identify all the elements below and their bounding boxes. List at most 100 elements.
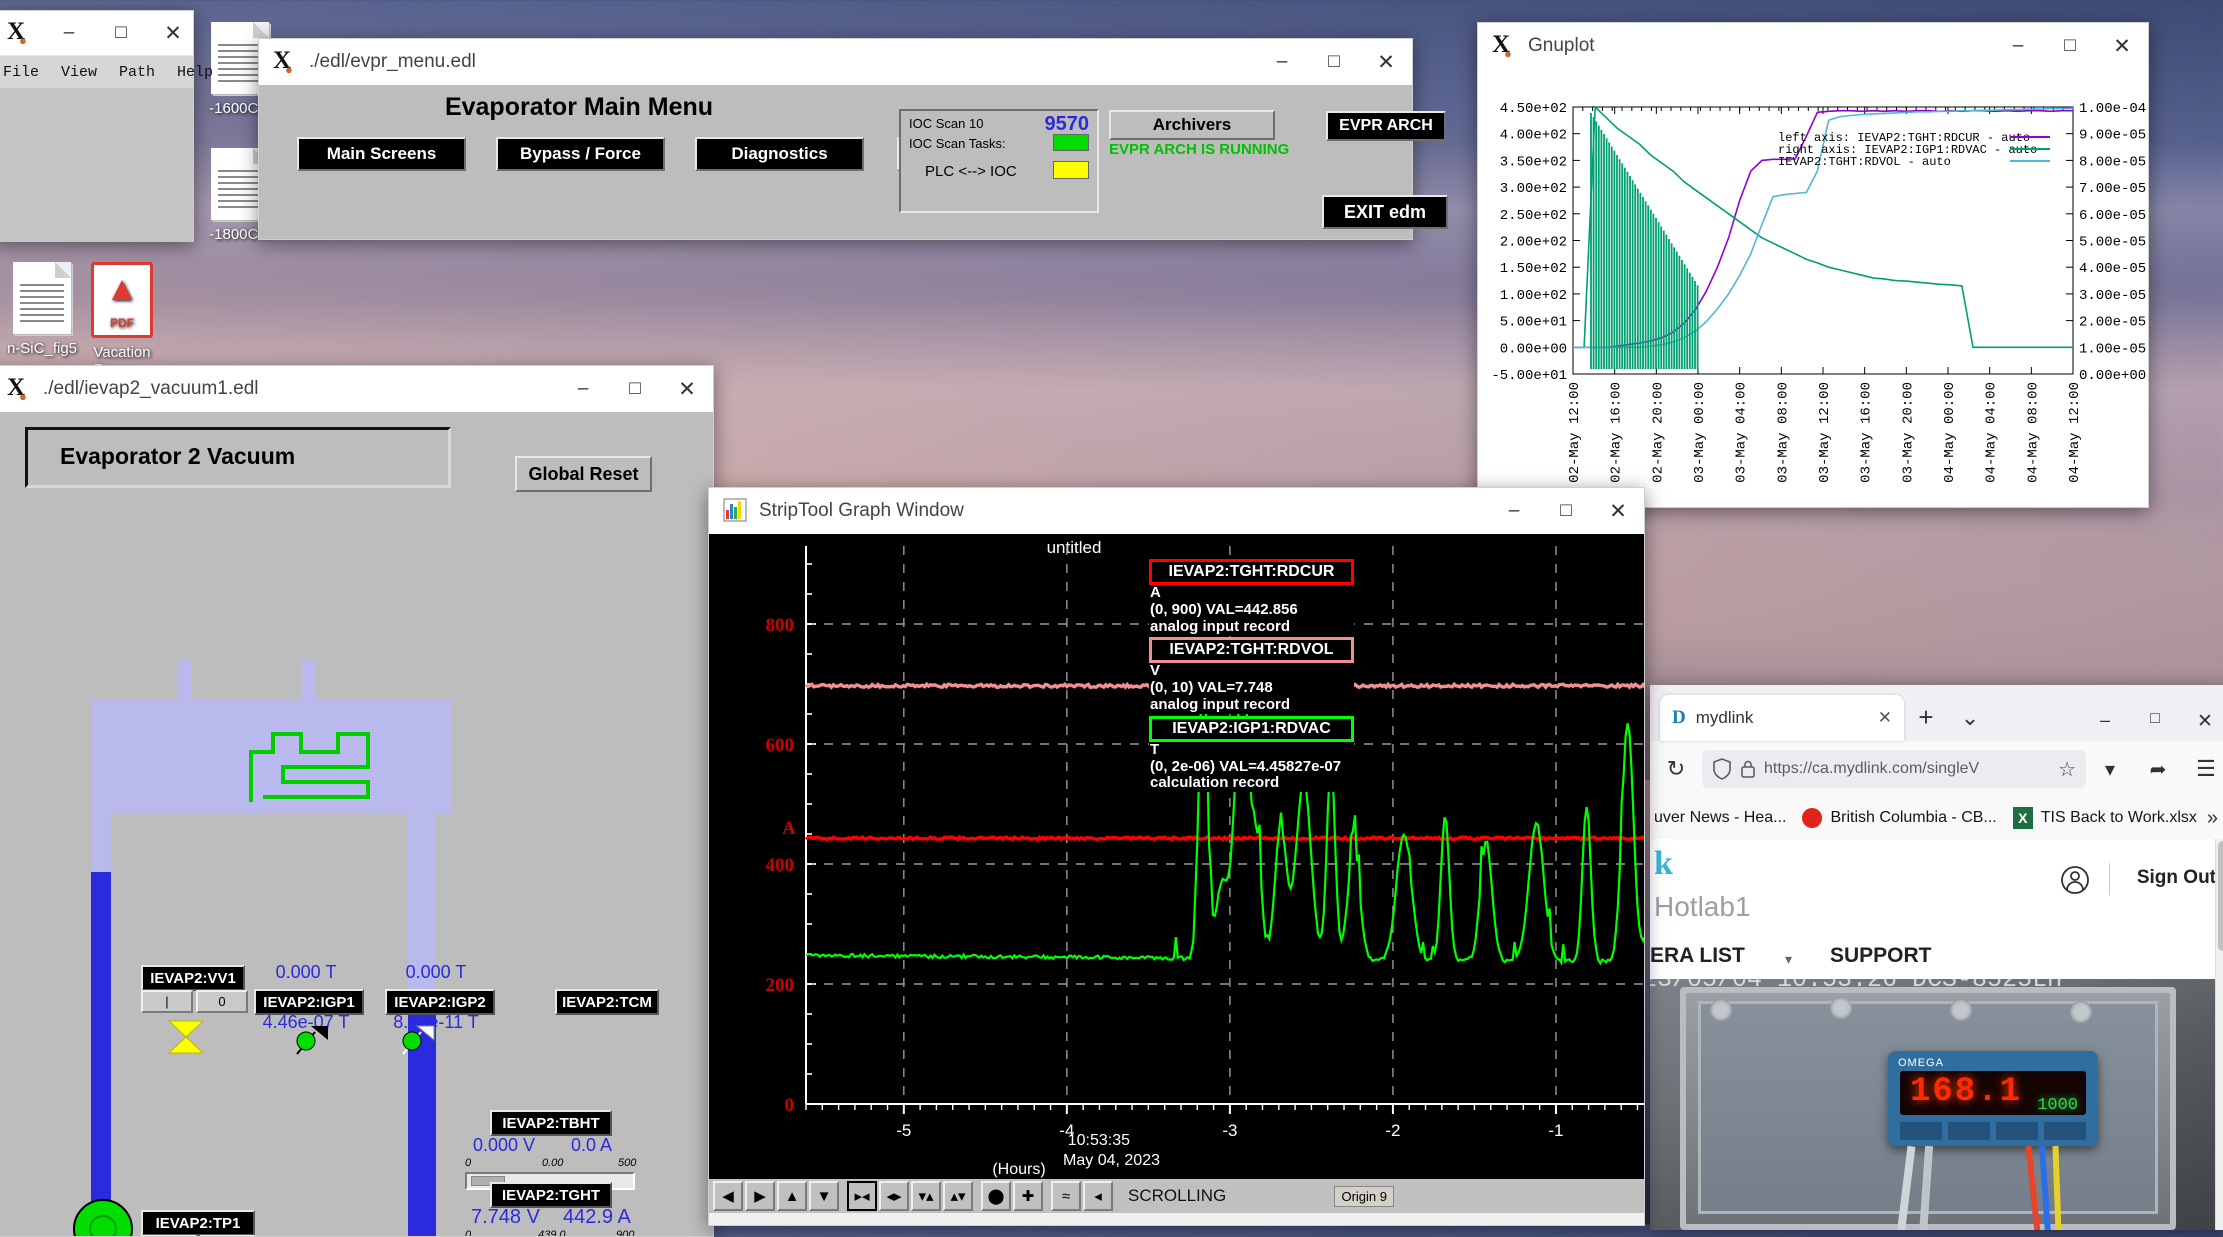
titlebar[interactable]: X ● ./edl/ievap2_vacuum1.edl – □ ✕ [0, 366, 713, 413]
maximize-icon[interactable]: □ [2044, 23, 2096, 69]
pen-legend[interactable]: IEVAP2:TGHT:RDCUR A (0, 900) VAL=442.856… [1149, 559, 1354, 793]
archivers-button[interactable]: Archivers [1109, 110, 1275, 140]
step-left-icon[interactable]: ◂ [1083, 1181, 1113, 1211]
vv1-toggle[interactable]: | 0 [141, 990, 248, 1013]
bookmark-item-news[interactable]: uver News - Hea... [1654, 809, 1786, 827]
mydlink-favicon: D [1672, 707, 1686, 728]
tp1-pump-icon[interactable] [71, 1197, 135, 1236]
vv1-open-button[interactable]: | [141, 990, 193, 1013]
close-icon[interactable]: ✕ [1592, 488, 1644, 534]
arrow-right-icon[interactable]: ▶ [745, 1181, 775, 1211]
bookmark-item-bc[interactable]: British Columbia - CB... [1830, 809, 1996, 827]
minimize-icon[interactable]: – [1992, 23, 2044, 69]
igp1-gauge-icon[interactable] [289, 1024, 329, 1058]
new-tab-button[interactable]: + [1904, 702, 1948, 733]
window-ievap2-vacuum[interactable]: X ● ./edl/ievap2_vacuum1.edl – □ ✕ Evapor… [0, 365, 714, 1237]
url-bar[interactable]: https://ca.mydlink.com/singleV ☆ [1702, 750, 2086, 788]
bookmark-item-tis[interactable]: TIS Back to Work.xlsx [2041, 809, 2197, 827]
minimize-icon[interactable]: – [2080, 710, 2130, 733]
minimize-icon[interactable]: – [1488, 488, 1540, 534]
titlebar[interactable]: X ● Gnuplot – □ ✕ [1478, 23, 2148, 70]
maximize-icon[interactable]: □ [1308, 39, 1360, 85]
minimize-icon[interactable]: – [557, 366, 609, 412]
menubar[interactable]: File View Path Help [0, 56, 213, 88]
exit-edm-button[interactable]: EXIT edm [1322, 195, 1448, 229]
diagnostics-button[interactable]: Diagnostics [695, 137, 864, 171]
tp1-toggle[interactable]: | 0 [141, 1235, 256, 1236]
browser-navbar[interactable]: ↻ https://ca.mydlink.com/singleV ☆ ▾ ➦ ☰ [1650, 741, 2223, 797]
vv1-close-button[interactable]: 0 [196, 990, 248, 1013]
igp2-gauge-icon[interactable] [395, 1024, 435, 1058]
tp1-off-button[interactable]: 0 [200, 1235, 256, 1236]
striptool-toolbar[interactable]: ◀ ▶ ▲ ▼ ▸◂ ◂▸ ▾▴ ▴▾ ⬤ ✚ ≈ ◂ SCROLLING Or… [709, 1179, 1644, 1213]
app-menu-icon[interactable]: ☰ [2182, 756, 2223, 782]
vv1-valve-icon[interactable] [168, 1020, 204, 1054]
menu-path[interactable]: Path [119, 64, 155, 81]
close-icon[interactable]: ✕ [661, 366, 713, 412]
titlebar[interactable]: X ● ./edl/evpr_menu.edl – □ ✕ [259, 39, 1412, 86]
file-list-area[interactable] [0, 88, 193, 242]
close-icon[interactable]: ✕ [1360, 39, 1412, 85]
menu-view[interactable]: View [61, 64, 97, 81]
maximize-icon[interactable]: □ [95, 11, 147, 55]
expand-vertical-icon[interactable]: ▴▾ [943, 1181, 973, 1211]
bookmarks-overflow-icon[interactable]: » [2207, 807, 2218, 830]
sign-out-button[interactable]: Sign Out [2137, 867, 2216, 889]
window-browser[interactable]: D mydlink ✕ + ⌄ – □ ✕ ↻ https://ca.mydli… [1650, 685, 2223, 1230]
window-striptool[interactable]: StripTool Graph Window – □ ✕ untitled 02… [708, 487, 1645, 1226]
minimize-icon[interactable]: – [1256, 39, 1308, 85]
chevron-down-icon[interactable]: ▾ [1785, 951, 1792, 968]
striptool-chart[interactable]: untitled 0 200 400 600 800 A -5 -4 -3 -2 -1 IEVAP2… [709, 534, 1644, 1179]
close-icon[interactable]: ✕ [147, 11, 199, 55]
save-to-pocket-icon[interactable]: ▾ [2086, 757, 2134, 782]
maximize-icon[interactable]: □ [1540, 488, 1592, 534]
browser-page[interactable]: k Hotlab1 ERA LIST ▾ SUPPORT Sign Out OM… [1650, 839, 2223, 1230]
maximize-icon[interactable]: □ [609, 366, 661, 412]
window-gnuplot[interactable]: X ● Gnuplot – □ ✕ 4.50e+02 4.00e+02 3.50e+0… [1477, 22, 2149, 508]
pen-2-pv[interactable]: IEVAP2:IGP1:RDVAC [1149, 715, 1354, 742]
pen-0-pv[interactable]: IEVAP2:TGHT:RDCUR [1149, 559, 1354, 585]
nav-support[interactable]: SUPPORT [1830, 944, 1932, 968]
tp1-on-button[interactable]: | [141, 1235, 197, 1236]
tab-close-icon[interactable]: ✕ [1878, 708, 1892, 728]
zoom-out-icon[interactable]: ⬤ [981, 1181, 1011, 1211]
close-icon[interactable]: ✕ [2180, 710, 2223, 733]
main-screens-button[interactable]: Main Screens [297, 137, 466, 171]
close-icon[interactable]: ✕ [2096, 23, 2148, 69]
compress-horizontal-icon[interactable]: ▸◂ [847, 1181, 877, 1211]
titlebar[interactable]: StripTool Graph Window – □ ✕ [709, 488, 1644, 535]
expand-horizontal-icon[interactable]: ◂▸ [879, 1181, 909, 1211]
evpr-arch-button[interactable]: EVPR ARCH [1326, 111, 1446, 141]
global-reset-button[interactable]: Global Reset [515, 456, 652, 492]
maximize-icon[interactable]: □ [2130, 710, 2180, 733]
minimize-icon[interactable]: – [43, 11, 95, 55]
wave-icon[interactable]: ≈ [1051, 1181, 1081, 1211]
reload-icon[interactable]: ↻ [1650, 756, 1702, 782]
camera-feed[interactable]: OMEGA 168.1 1000 2023/05/04 10:53:26 DCS… [1650, 979, 2216, 1230]
bypass-force-button[interactable]: Bypass / Force [496, 137, 665, 171]
bookmarks-toolbar[interactable]: uver News - Hea... British Columbia - CB… [1650, 797, 2223, 839]
menu-help[interactable]: Help [177, 64, 213, 81]
scrollbar-thumb[interactable] [2218, 841, 2223, 951]
browser-tabstrip[interactable]: D mydlink ✕ + ⌄ – □ ✕ [1650, 685, 2223, 741]
browser-tab-mydlink[interactable]: D mydlink ✕ [1660, 695, 1904, 741]
menu-file[interactable]: File [3, 64, 39, 81]
extensions-icon[interactable]: ➦ [2134, 757, 2182, 782]
desktop-icon-vacation-request[interactable]: ▲PDF Vacation Reque... [72, 262, 172, 379]
arrow-left-icon[interactable]: ◀ [713, 1181, 743, 1211]
titlebar[interactable]: X ● – □ ✕ [0, 11, 193, 56]
zoom-in-icon[interactable]: ✚ [1013, 1181, 1043, 1211]
account-icon[interactable] [2060, 865, 2090, 895]
list-all-tabs-button[interactable]: ⌄ [1948, 705, 1992, 731]
nav-camera-list[interactable]: ERA LIST [1650, 944, 1745, 968]
compress-vertical-icon[interactable]: ▾▴ [911, 1181, 941, 1211]
bookmark-star-icon[interactable]: ☆ [2058, 757, 2076, 782]
page-scrollbar[interactable] [2215, 839, 2223, 1230]
window-evaporator-main-menu[interactable]: X ● ./edl/evpr_menu.edl – □ ✕ Evaporator … [258, 38, 1448, 240]
tbht-scale-mid: 0.00 [542, 1157, 564, 1169]
arrow-up-icon[interactable]: ▲ [777, 1181, 807, 1211]
pen-1-pv[interactable]: IEVAP2:TGHT:RDVOL [1149, 637, 1354, 664]
svg-text:800: 800 [766, 615, 795, 636]
window-file-browser[interactable]: X ● – □ ✕ File View Path Help [0, 10, 213, 242]
arrow-down-icon[interactable]: ▼ [809, 1181, 839, 1211]
